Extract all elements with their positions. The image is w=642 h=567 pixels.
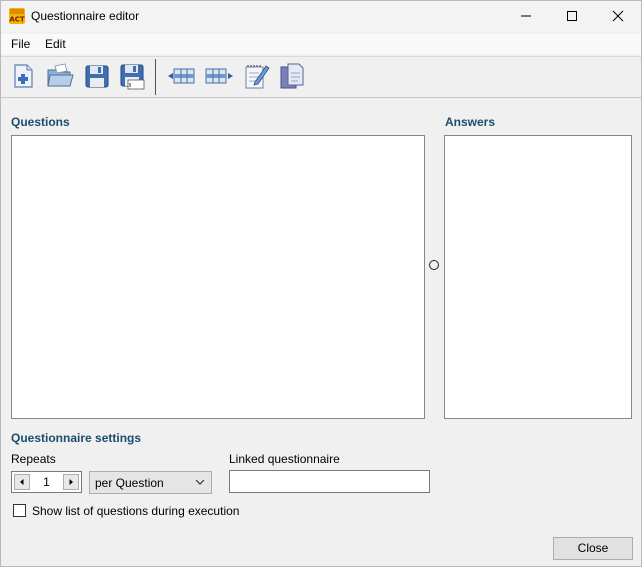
- copy-button[interactable]: [278, 62, 306, 90]
- repeats-stepper[interactable]: 1: [11, 471, 82, 493]
- repeats-value[interactable]: 1: [32, 475, 61, 489]
- title-bar: ACT Questionnaire editor: [1, 1, 641, 32]
- toolbar-separator: [155, 59, 156, 95]
- answers-label: Answers: [445, 115, 496, 129]
- arrow-left-icon: [20, 479, 24, 485]
- close-window-button[interactable]: [595, 1, 641, 32]
- minimize-icon: [521, 15, 531, 17]
- insert-before-button[interactable]: [167, 62, 195, 90]
- app-logo-icon: ACT: [9, 8, 25, 24]
- linked-questionnaire-input[interactable]: [229, 470, 430, 493]
- app-logo-text: ACT: [9, 16, 25, 24]
- edit-notepad-icon: [245, 65, 270, 89]
- window-title: Questionnaire editor: [31, 9, 140, 23]
- repeats-increment-button[interactable]: [63, 474, 79, 490]
- open-folder-icon: [47, 63, 74, 87]
- maximize-button[interactable]: [549, 1, 595, 32]
- new-document-icon: [14, 64, 33, 88]
- close-icon: [612, 10, 624, 22]
- new-questionnaire-button[interactable]: [9, 62, 37, 90]
- chevron-down-icon: [195, 479, 205, 485]
- questionnaire-settings-label: Questionnaire settings: [11, 431, 142, 445]
- add-column-left-icon: [168, 68, 195, 84]
- questions-list[interactable]: [11, 135, 425, 419]
- linked-questionnaire-label: Linked questionnaire: [229, 452, 340, 466]
- repeat-mode-value: per Question: [95, 476, 164, 490]
- answers-list[interactable]: [444, 135, 632, 419]
- menu-edit[interactable]: Edit: [45, 37, 66, 51]
- questionnaire-editor-window: ACT Questionnaire editor File Edit Quest…: [0, 0, 642, 567]
- edit-button[interactable]: [242, 62, 270, 90]
- arrow-right-icon: [69, 479, 73, 485]
- menu-file[interactable]: File: [11, 37, 30, 51]
- save-as-button[interactable]: [119, 62, 147, 90]
- open-button[interactable]: [45, 62, 74, 90]
- maximize-icon: [567, 11, 577, 21]
- save-icon: [85, 65, 109, 88]
- add-column-right-icon: [205, 68, 233, 84]
- save-button[interactable]: [83, 62, 111, 90]
- questions-label: Questions: [11, 115, 70, 129]
- toolbar: [1, 56, 641, 98]
- repeats-label: Repeats: [11, 452, 56, 466]
- splitter-handle[interactable]: [429, 260, 439, 270]
- close-button[interactable]: Close: [553, 537, 633, 560]
- insert-after-button[interactable]: [204, 62, 233, 90]
- minimize-button[interactable]: [503, 1, 549, 32]
- menu-bar: File Edit: [1, 34, 641, 54]
- copy-document-icon: [280, 63, 304, 89]
- show-list-checkbox[interactable]: [13, 504, 26, 517]
- show-list-label[interactable]: Show list of questions during execution: [32, 504, 239, 518]
- repeat-mode-select[interactable]: per Question: [89, 471, 212, 494]
- save-as-icon: [120, 64, 145, 90]
- repeats-decrement-button[interactable]: [14, 474, 30, 490]
